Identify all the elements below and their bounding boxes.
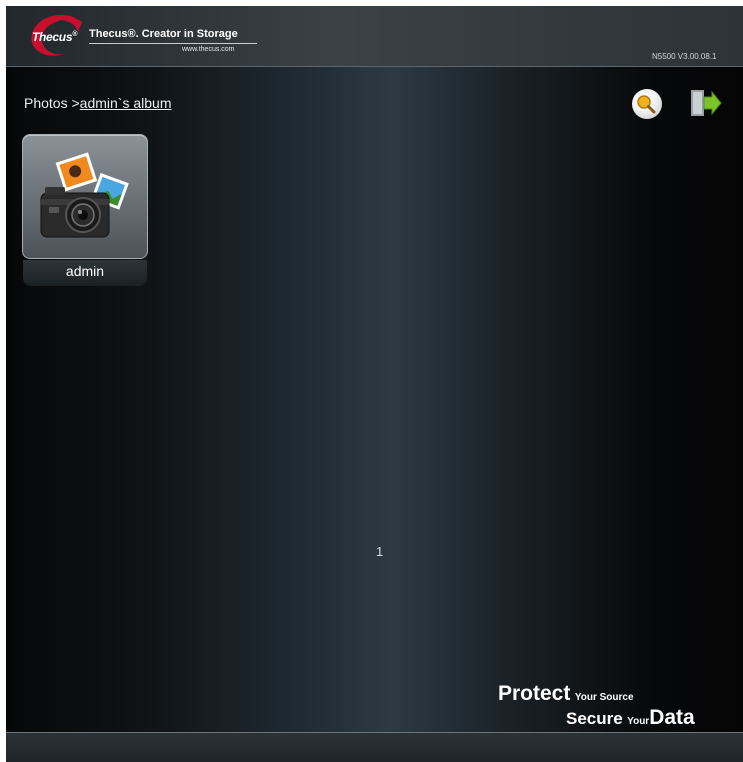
album-tile-admin[interactable]: admin bbox=[22, 134, 148, 292]
slogan-line-2: Secure YourData bbox=[566, 706, 695, 729]
thecus-logo: Thecus® bbox=[18, 12, 90, 60]
app-frame: Thecus® Thecus®. Creator in Storage www.… bbox=[6, 6, 743, 762]
breadcrumb-current[interactable]: admin`s album bbox=[80, 95, 172, 111]
logo-wordmark: Thecus® bbox=[32, 30, 78, 44]
firmware-version: N5500 V3.00.08.1 bbox=[652, 52, 717, 61]
tagline-divider bbox=[89, 43, 257, 44]
search-button[interactable] bbox=[632, 89, 662, 119]
tagline: Thecus®. Creator in Storage bbox=[89, 28, 238, 40]
album-thumbnail[interactable] bbox=[22, 134, 148, 259]
magnifier-icon bbox=[637, 95, 656, 114]
main-content: Photos >admin`s album admin 1 Protect Yo… bbox=[6, 67, 743, 732]
camera-photos-icon bbox=[40, 152, 129, 238]
album-label[interactable]: admin bbox=[23, 260, 147, 286]
slogan-line-1: Protect Your Source bbox=[498, 682, 634, 705]
slogan: Protect Your Source Secure YourData bbox=[498, 682, 728, 732]
logout-button[interactable] bbox=[688, 87, 722, 119]
pagination-page-1[interactable]: 1 bbox=[376, 544, 383, 559]
header-bar: Thecus® Thecus®. Creator in Storage www.… bbox=[6, 6, 743, 67]
breadcrumb: Photos >admin`s album bbox=[24, 95, 172, 111]
breadcrumb-root[interactable]: Photos bbox=[24, 95, 68, 111]
logout-arrow-icon bbox=[691, 90, 722, 116]
footer-bar bbox=[6, 732, 743, 762]
website-text: www.thecus.com bbox=[182, 46, 235, 53]
breadcrumb-separator: > bbox=[67, 95, 80, 111]
